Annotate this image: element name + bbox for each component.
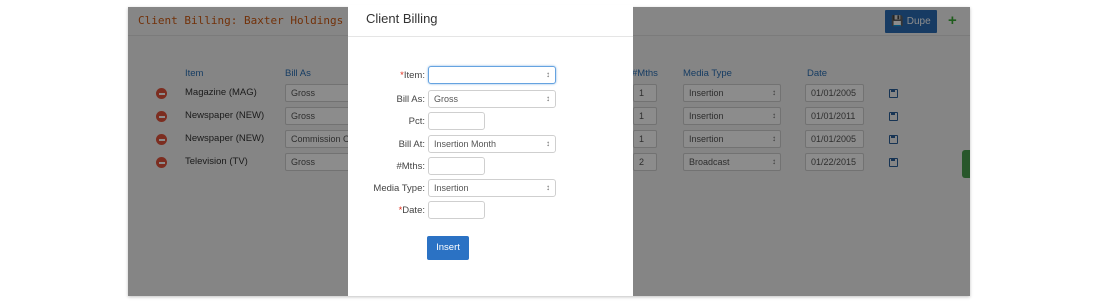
date-label: *Date: bbox=[398, 205, 425, 216]
bill-as-select[interactable]: Gross bbox=[428, 90, 556, 108]
insert-button[interactable]: Insert bbox=[427, 236, 469, 260]
modal-divider bbox=[348, 36, 633, 37]
item-select[interactable] bbox=[428, 66, 556, 84]
bill-as-label: Bill As: bbox=[396, 94, 425, 105]
mths-input[interactable] bbox=[428, 157, 485, 175]
item-label: *Item: bbox=[400, 70, 425, 81]
date-input[interactable] bbox=[428, 201, 485, 219]
pct-input[interactable] bbox=[428, 112, 485, 130]
media-type-label: Media Type: bbox=[373, 183, 425, 194]
modal-title: Client Billing bbox=[366, 11, 438, 26]
bill-at-label: Bill At: bbox=[398, 139, 425, 150]
media-type-select[interactable]: Insertion bbox=[428, 179, 556, 197]
mths-label: #Mths: bbox=[396, 161, 425, 172]
bill-at-select[interactable]: Insertion Month bbox=[428, 135, 556, 153]
pct-label: Pct: bbox=[408, 116, 425, 127]
client-billing-modal: Client Billing *Item: Bill As: Gross Pct… bbox=[348, 5, 633, 296]
